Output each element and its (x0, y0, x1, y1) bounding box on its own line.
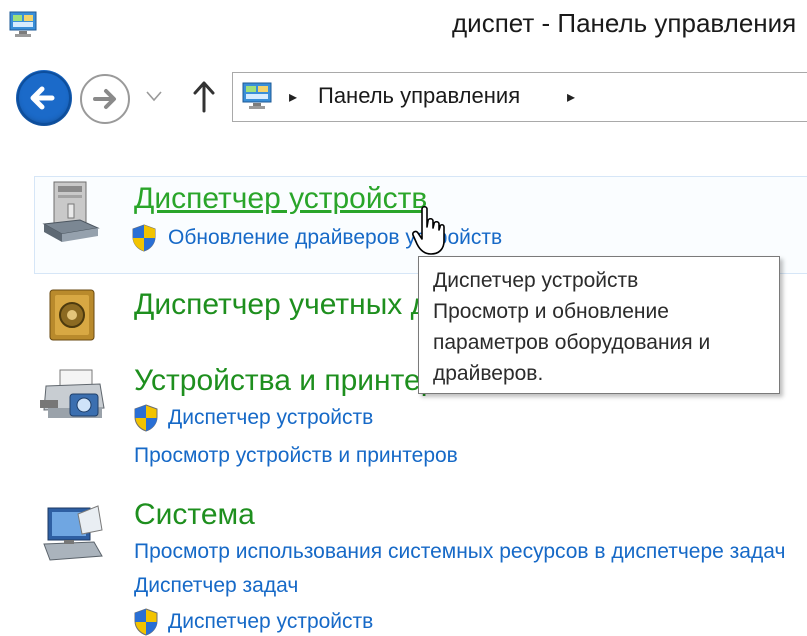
link-task-manager[interactable]: Диспетчер задач (134, 574, 298, 598)
credential-vault-icon (49, 289, 95, 341)
tooltip-line: Просмотр и обновление (433, 300, 669, 323)
control-panel-icon (242, 82, 272, 109)
result-title-devices-printers[interactable]: Устройства и принтеры (134, 364, 459, 398)
system-icon (43, 505, 103, 561)
result-title-device-manager[interactable]: Диспетчер устройств (134, 182, 427, 216)
breadcrumb-control-panel[interactable]: Панель управления (318, 83, 520, 109)
forward-arrow-icon (93, 89, 116, 109)
link-view-devices-printers[interactable]: Просмотр устройств и принтеров (134, 444, 458, 468)
control-panel-icon (9, 11, 37, 37)
forward-button[interactable] (80, 74, 130, 124)
chevron-down-icon[interactable] (144, 86, 164, 106)
tooltip-line: драйверов. (433, 362, 544, 385)
breadcrumb-separator[interactable]: ▸ (567, 87, 575, 107)
tooltip-line: параметров оборудования и (433, 331, 711, 354)
title-bar: диспет - Панель управления (0, 0, 807, 56)
window-title: диспет - Панель управления (452, 8, 797, 38)
link-device-manager[interactable]: Диспетчер устройств (168, 406, 373, 430)
link-update-drivers[interactable]: Обновление драйверов устройств (168, 226, 502, 250)
devices-printers-icon (40, 369, 105, 418)
link-device-manager-system[interactable]: Диспетчер устройств (168, 610, 373, 634)
uac-shield-icon (134, 608, 158, 636)
back-button[interactable] (16, 70, 72, 126)
uac-shield-icon (134, 404, 158, 432)
uac-shield-icon (132, 224, 156, 252)
tooltip-title: Диспетчер устройств (433, 269, 639, 292)
breadcrumb-separator[interactable]: ▸ (289, 87, 297, 107)
navigation-bar: ▸ Панель управления ▸ (0, 56, 807, 142)
back-arrow-icon (17, 71, 71, 125)
link-view-system-resources[interactable]: Просмотр использования системных ресурсо… (134, 540, 785, 564)
address-bar[interactable]: ▸ Панель управления ▸ (232, 72, 807, 122)
hand-cursor-icon (412, 205, 445, 255)
result-title-system[interactable]: Система (134, 498, 255, 532)
up-arrow-icon[interactable] (190, 78, 218, 114)
tooltip: Диспетчер устройств Просмотр и обновлени… (418, 256, 780, 394)
device-manager-icon (42, 181, 100, 242)
